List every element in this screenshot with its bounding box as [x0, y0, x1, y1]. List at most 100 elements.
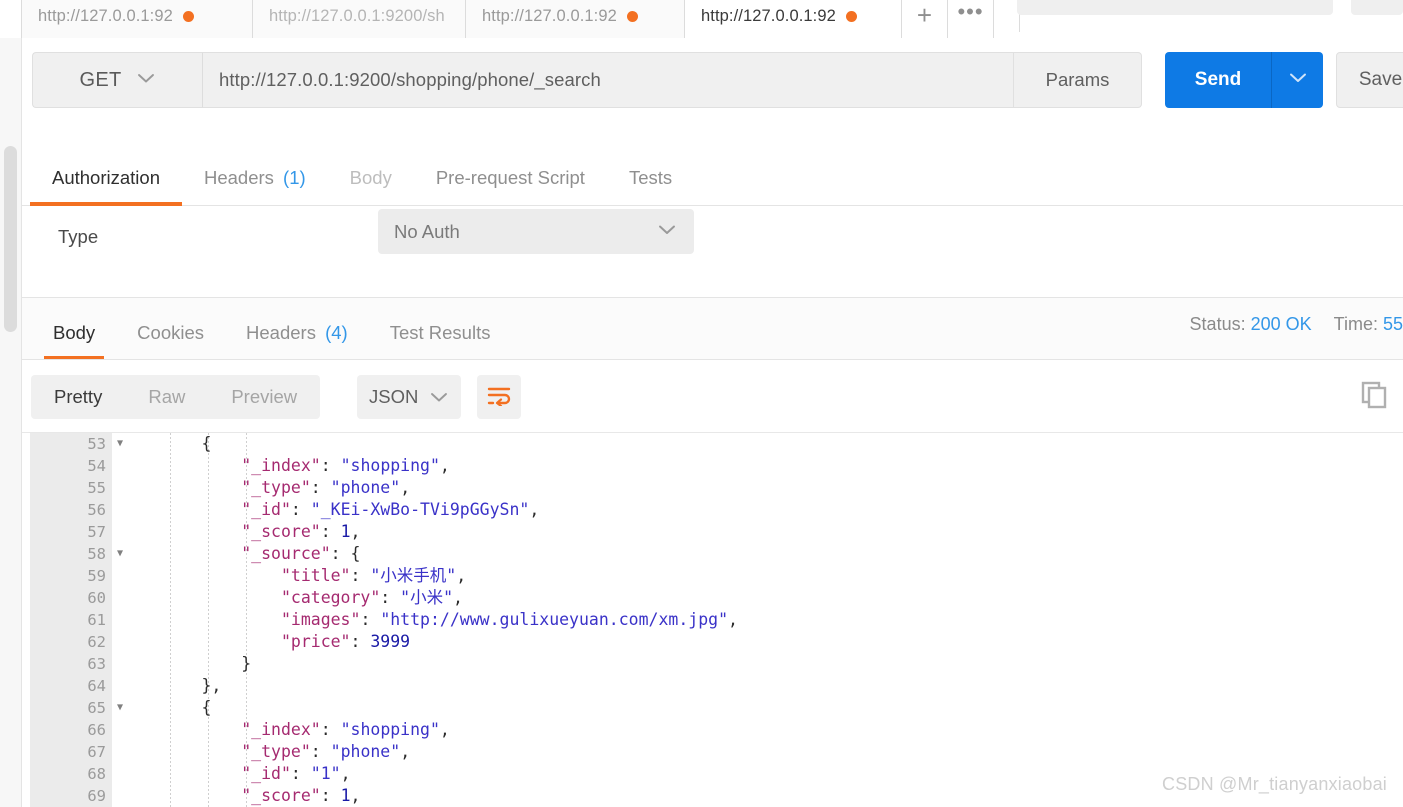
code-token: : [380, 588, 401, 607]
code-line: } [122, 653, 1403, 675]
response-tab-cookies[interactable]: Cookies [116, 322, 225, 360]
request-subtab-label: Authorization [52, 167, 160, 188]
code-line: "_type": "phone", [122, 741, 1403, 763]
code-token: , [728, 610, 738, 629]
http-method-select[interactable]: GET [32, 52, 202, 108]
chevron-down-icon [429, 386, 449, 408]
response-format-select[interactable]: JSON [357, 375, 461, 419]
code-token: "小米手机" [370, 566, 457, 585]
response-meta: Status: 200 OK Time: 55 [1190, 314, 1403, 335]
url-input[interactable]: http://127.0.0.1:9200/shopping/phone/_se… [202, 52, 1014, 108]
tab-options-label: ••• [957, 0, 984, 24]
view-mode-pretty[interactable]: Pretty [31, 375, 125, 419]
request-tab-2[interactable]: http://127.0.0.1:9200/sh [253, 0, 466, 39]
request-subtab-headers[interactable]: Headers (1) [182, 167, 328, 205]
postman-window: http://127.0.0.1:92 http://127.0.0.1:9200… [0, 0, 1403, 807]
request-tab-4[interactable]: http://127.0.0.1:92 [685, 0, 902, 39]
code-token: "_id" [241, 500, 291, 519]
chevron-down-icon [136, 71, 156, 89]
request-tab-label: http://127.0.0.1:92 [38, 6, 173, 25]
new-tab-label: + [916, 0, 933, 30]
code-token: "_index" [241, 456, 321, 475]
code-token: : [320, 456, 341, 475]
code-line: "_score": 1, [122, 785, 1403, 807]
save-button[interactable]: Save [1336, 52, 1403, 108]
view-mode-preview[interactable]: Preview [208, 375, 320, 419]
params-button[interactable]: Params [1014, 52, 1142, 108]
code-token: }, [201, 676, 222, 695]
code-token: "_type" [241, 478, 311, 497]
request-subtab-label: Body [349, 167, 392, 188]
response-tab-count: (4) [319, 322, 348, 343]
time-badge: Time: 55 [1334, 314, 1403, 335]
left-scrollbar-track[interactable] [0, 38, 22, 807]
view-mode-raw[interactable]: Raw [125, 375, 208, 419]
json-code-block: { "_index": "shopping", "_type": "phone"… [122, 433, 1403, 807]
code-token: "_score" [241, 522, 321, 541]
code-token: 1 [340, 786, 351, 805]
http-method-label: GET [79, 68, 122, 91]
auth-type-select[interactable]: No Auth [378, 209, 694, 254]
request-subtab-tests[interactable]: Tests [607, 167, 694, 205]
code-token: "_id" [241, 764, 291, 783]
response-tab-headers[interactable]: Headers (4) [225, 322, 369, 360]
code-token: : [360, 610, 381, 629]
status-value: 200 OK [1250, 314, 1312, 334]
code-token: , [350, 522, 361, 541]
request-tab-3[interactable]: http://127.0.0.1:92 [466, 0, 685, 39]
view-mode-group: Pretty Raw Preview [31, 375, 321, 419]
tab-options-button[interactable]: ••• [948, 0, 994, 39]
word-wrap-toggle[interactable] [477, 375, 521, 419]
save-label: Save [1358, 69, 1403, 90]
code-line: "title": "小米手机", [122, 565, 1403, 587]
response-tab-body[interactable]: Body [32, 322, 116, 360]
left-scrollbar-thumb[interactable] [4, 146, 17, 332]
code-token: , [439, 456, 450, 475]
code-line: "_index": "shopping", [122, 455, 1403, 477]
code-token: "_index" [241, 720, 321, 739]
code-token: : [310, 742, 331, 761]
code-line: "_score": 1, [122, 521, 1403, 543]
code-token: "_source" [241, 544, 331, 563]
code-token: { [201, 698, 212, 717]
code-line: { [122, 697, 1403, 719]
code-token: "phone" [330, 478, 401, 497]
code-line: "_type": "phone", [122, 477, 1403, 499]
code-token: , [340, 764, 351, 783]
request-subtab-authorization[interactable]: Authorization [30, 167, 182, 206]
request-subtab-label: Pre-request Script [435, 167, 585, 188]
request-subtab-body[interactable]: Body [328, 167, 414, 205]
request-tab-label: http://127.0.0.1:9200/sh [269, 6, 445, 25]
code-token: "_type" [241, 742, 311, 761]
code-token: , [456, 566, 467, 585]
send-button-group: Send [1165, 52, 1323, 108]
request-builder: GET http://127.0.0.1:9200/shopping/phone… [22, 38, 1403, 206]
code-token: "小米" [400, 588, 454, 607]
new-tab-button[interactable]: + [902, 0, 948, 39]
time-label: Time: [1333, 314, 1378, 334]
time-value: 55 [1382, 314, 1403, 334]
code-token: "shopping" [340, 456, 440, 475]
code-token: , [400, 742, 411, 761]
request-subtab-pre-request-script[interactable]: Pre-request Script [414, 167, 607, 205]
response-tab-test-results[interactable]: Test Results [369, 322, 512, 360]
response-body-viewer[interactable]: 53 ▼ 54 55 56 57 58 ▼ 59 60 61 62 63 64 65 ▼ 66 67 68 69 { … [22, 432, 1403, 807]
send-options-button[interactable] [1271, 52, 1323, 108]
code-token: "_KEi-XwBo-TVi9pGGySn" [310, 500, 530, 519]
code-line: "_index": "shopping", [122, 719, 1403, 741]
auth-type-value: No Auth [394, 220, 460, 242]
code-token: , [400, 478, 411, 497]
chevron-down-icon [1287, 71, 1309, 89]
code-line: { [122, 433, 1403, 455]
chevron-down-icon [656, 223, 678, 241]
request-subtab-label: Headers [203, 167, 274, 188]
copy-response-button[interactable] [1353, 376, 1395, 418]
code-token: "category" [280, 588, 381, 607]
topbar-action-button[interactable] [1351, 0, 1403, 15]
code-token: "http://www.gulixueyuan.com/xm.jpg" [380, 610, 728, 629]
global-search-input[interactable] [1017, 0, 1333, 15]
code-line: "images": "http://www.gulixueyuan.com/xm… [122, 609, 1403, 631]
response-tab-label: Headers [246, 322, 316, 343]
request-tab-1[interactable]: http://127.0.0.1:92 [22, 0, 253, 39]
send-button[interactable]: Send [1165, 52, 1271, 108]
